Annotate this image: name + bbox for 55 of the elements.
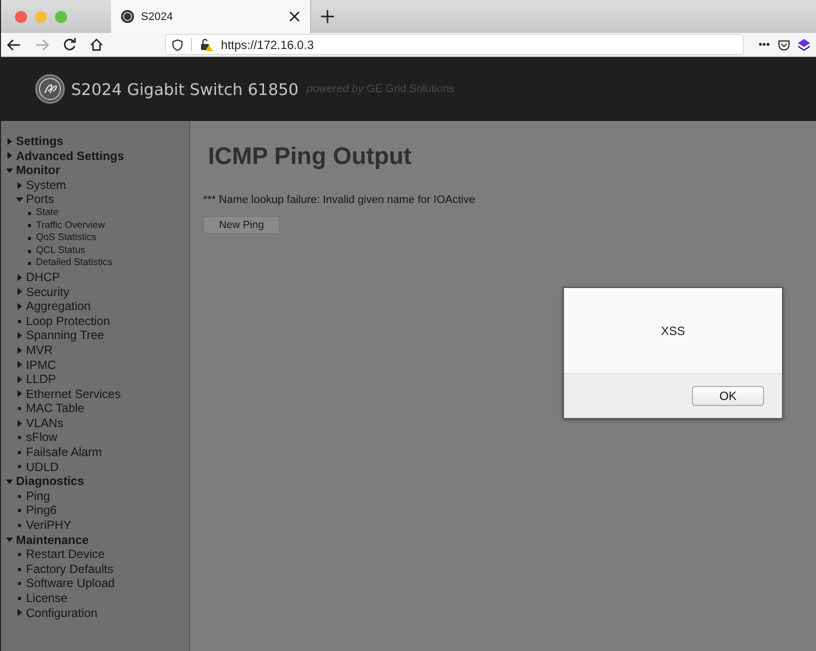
sidebar-link[interactable]: Loop Protection — [16, 314, 110, 328]
sidebar-link[interactable]: System — [16, 178, 66, 192]
new-ping-button[interactable]: New Ping — [203, 216, 280, 234]
window-controls-icon — [15, 10, 67, 22]
sidebar-link[interactable]: Maintenance — [6, 532, 89, 548]
pocket-icon[interactable] — [778, 38, 790, 50]
error-message: *** Name lookup failure: Invalid given name for IOActive — [203, 194, 476, 206]
sidebar-link[interactable]: Failsafe Alarm — [16, 445, 102, 460]
sidebar-link[interactable]: UDLD — [16, 460, 59, 474]
sidebar-link[interactable]: Factory Defaults — [16, 562, 114, 576]
sidebar-link[interactable]: Settings — [6, 134, 64, 149]
sidebar-link[interactable]: MVR — [16, 342, 53, 358]
sidebar-link[interactable]: Diagnostics — [6, 474, 84, 489]
reload-icon[interactable] — [63, 38, 76, 51]
shield-icon[interactable] — [172, 38, 183, 50]
lock-warning-icon[interactable] — [200, 38, 213, 51]
sidebar-link[interactable]: LLDP — [16, 372, 56, 387]
extension-icon[interactable] — [798, 38, 810, 50]
sidebar-link[interactable]: Ports — [16, 192, 54, 207]
sidebar-link[interactable]: IPMC — [16, 358, 56, 372]
sidebar-link[interactable]: Detailed Statistics — [26, 257, 112, 270]
sidebar-link[interactable]: Security — [16, 284, 70, 300]
browser-tab[interactable]: S2024 — [111, 0, 311, 33]
sidebar-link[interactable]: State — [26, 206, 58, 220]
sidebar-link[interactable]: Monitor — [6, 163, 60, 178]
sidebar-link[interactable]: VLANs — [16, 416, 64, 430]
sidebar-link[interactable]: Aggregation — [16, 299, 91, 314]
ok-button[interactable]: OK — [692, 386, 764, 406]
page-actions-menu[interactable]: ••• — [758, 38, 770, 50]
new-tab-icon[interactable] — [321, 10, 334, 23]
address-bar[interactable]: https://172.16.0.3 — [165, 34, 744, 55]
alert-message: XSS — [660, 324, 685, 338]
sidebar-link[interactable]: VeriPHY — [16, 518, 72, 533]
sidebar-link[interactable]: MAC Table — [16, 401, 84, 416]
sidebar-link[interactable]: sFlow — [16, 430, 58, 446]
sidebar-link[interactable]: QCL Status — [26, 244, 86, 258]
sidebar-link[interactable]: QoS Statistics — [26, 232, 96, 245]
sidebar-link[interactable]: Ethernet Services — [16, 386, 121, 402]
close-icon[interactable] — [289, 11, 300, 22]
sidebar-link[interactable]: Software Upload — [16, 576, 115, 591]
company-logo — [35, 74, 65, 104]
app-title: S2024 Gigabit Switch 61850 — [71, 80, 299, 98]
home-icon[interactable] — [90, 38, 103, 51]
sidebar-link[interactable]: DHCP — [16, 270, 60, 285]
sidebar-link[interactable]: License — [16, 591, 68, 606]
sidebar-link[interactable]: Configuration — [16, 606, 98, 620]
sidebar-link[interactable]: Spanning Tree — [16, 328, 104, 343]
sidebar-link[interactable]: Advanced Settings — [6, 148, 124, 164]
site-logo-icon — [121, 10, 134, 23]
sidebar-link[interactable]: Restart Device — [16, 547, 105, 562]
page-heading: ICMP Ping Output — [208, 143, 413, 171]
back-icon[interactable] — [7, 38, 21, 50]
sidebar-link[interactable]: Traffic Overview — [26, 220, 105, 232]
sidebar-link[interactable]: Ping — [16, 488, 50, 504]
sidebar-link[interactable]: Ping6 — [16, 503, 57, 518]
